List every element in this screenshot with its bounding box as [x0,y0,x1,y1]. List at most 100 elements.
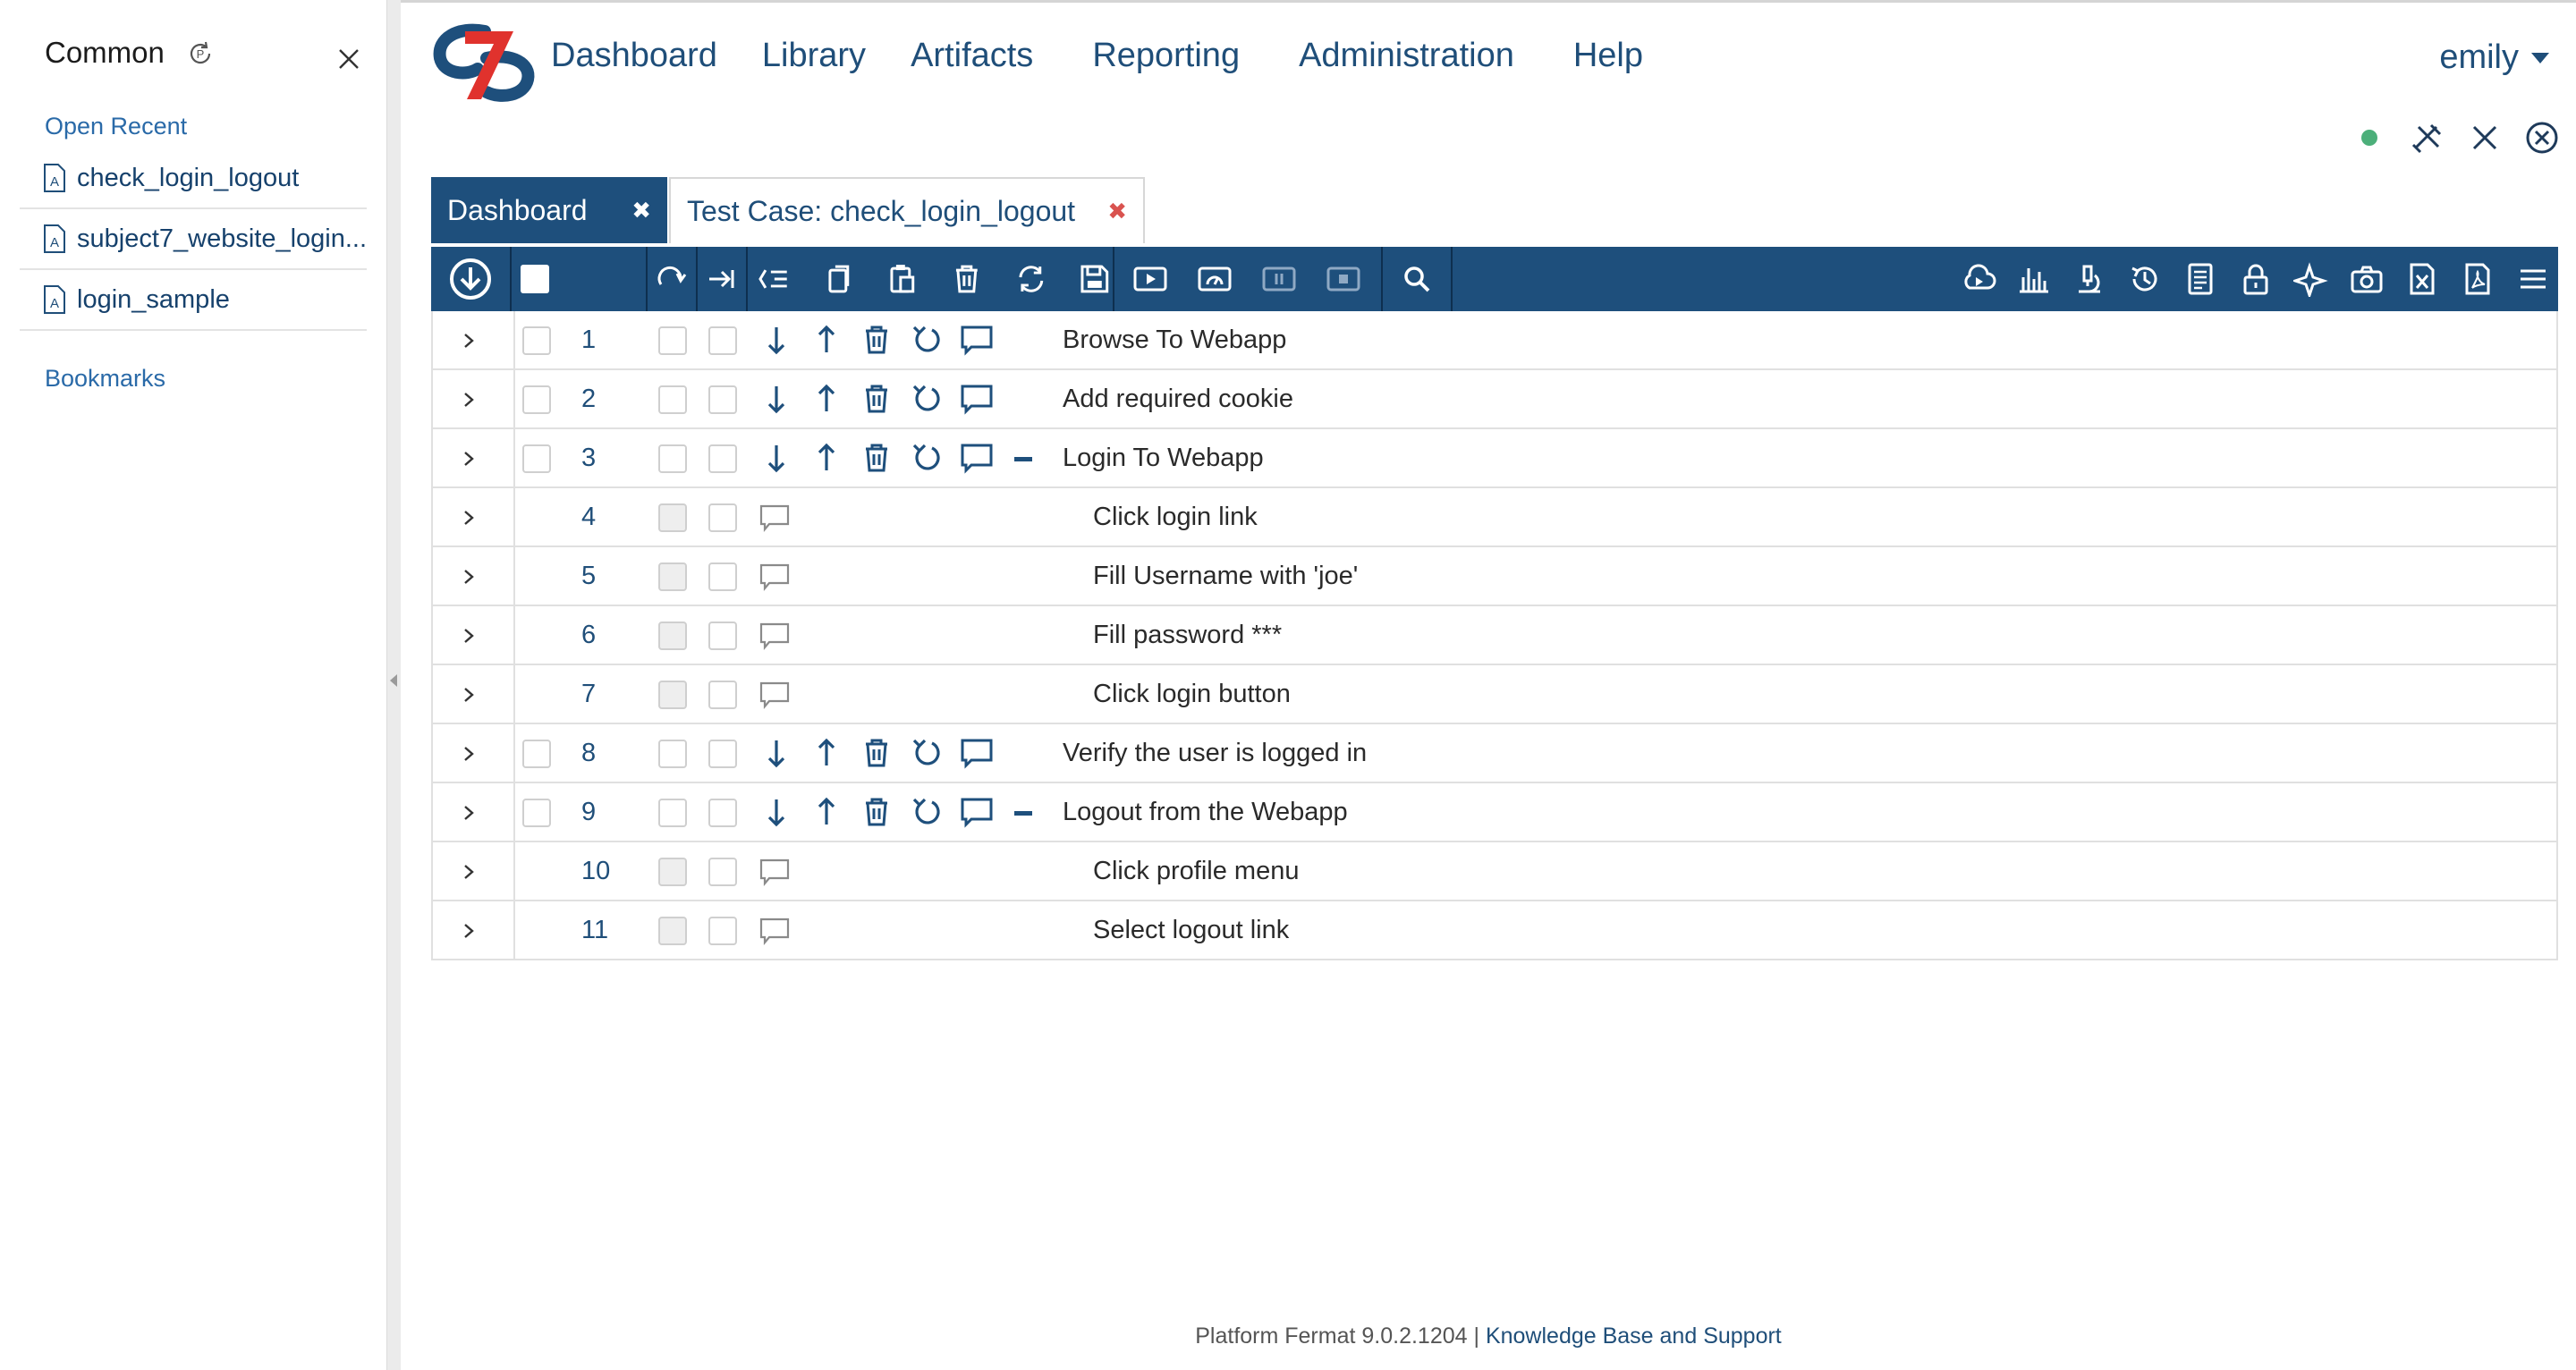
chevron-right-icon[interactable] [460,686,478,704]
arrow-down-icon[interactable] [758,381,794,417]
step-description[interactable]: Logout from the Webapp [1063,798,1348,827]
paste-icon[interactable] [885,261,920,297]
trash-icon[interactable] [859,735,894,771]
step-enable-checkbox[interactable] [658,917,687,945]
menu-icon[interactable] [2515,261,2551,297]
step-enable-checkbox[interactable] [658,562,687,591]
step-description[interactable]: Fill password *** [1093,621,1282,650]
copy-icon[interactable] [821,261,857,297]
tools-icon[interactable] [2410,120,2445,156]
undo-icon[interactable] [909,381,945,417]
comment-icon[interactable] [758,503,791,533]
nav-help[interactable]: Help [1573,37,1643,75]
step-enable-checkbox[interactable] [658,740,687,768]
step-description[interactable]: Fill Username with 'joe' [1093,562,1358,591]
nav-library[interactable]: Library [762,37,866,75]
comment-icon[interactable] [959,794,995,830]
table-row[interactable]: 10 Click profile menu [431,842,2558,901]
row-select-checkbox[interactable] [522,444,551,473]
comment-icon[interactable] [758,857,791,887]
arrow-up-icon[interactable] [809,381,844,417]
step-description[interactable]: Click login button [1093,680,1291,709]
recent-item[interactable]: A check_login_logout [20,148,367,209]
table-row[interactable]: 9 Logout from the Webapp [431,783,2558,842]
row-select-checkbox[interactable] [522,740,551,768]
trash-icon[interactable] [859,322,894,358]
recent-item[interactable]: A subject7_website_login... [20,209,367,270]
arrow-down-icon[interactable] [758,794,794,830]
select-all-checkbox[interactable] [521,265,549,293]
play-icon[interactable] [1132,261,1168,297]
chevron-right-icon[interactable] [460,568,478,586]
step-description[interactable]: Browse To Webapp [1063,326,1286,355]
table-row[interactable]: 2 Add required cookie [431,370,2558,429]
knowledge-base-link[interactable]: Knowledge Base and Support [1486,1323,1782,1349]
tab-test-case[interactable]: Test Case: check_login_logout ✖ [669,177,1145,243]
step-option-checkbox[interactable] [708,385,737,414]
logo[interactable] [431,22,538,103]
undo-icon[interactable] [909,440,945,476]
stop-icon[interactable] [1326,261,1361,297]
chevron-right-icon[interactable] [460,804,478,822]
undo-icon[interactable] [909,322,945,358]
comment-icon[interactable] [758,916,791,946]
nav-dashboard[interactable]: Dashboard [551,37,717,75]
arrow-up-icon[interactable] [809,440,844,476]
nav-administration[interactable]: Administration [1299,37,1514,75]
row-select-checkbox[interactable] [522,326,551,355]
run-gauge-icon[interactable] [1197,261,1233,297]
nav-reporting[interactable]: Reporting [1092,37,1240,75]
comment-icon[interactable] [758,621,791,651]
table-row[interactable]: 1 Browse To Webapp [431,311,2558,370]
row-select-checkbox[interactable] [522,385,551,414]
list-icon[interactable] [757,261,792,297]
trash-icon[interactable] [859,381,894,417]
chevron-right-icon[interactable] [460,450,478,468]
arrow-up-icon[interactable] [809,322,844,358]
row-select-checkbox[interactable] [522,799,551,827]
lock-icon[interactable] [2238,261,2274,297]
chevron-right-icon[interactable] [460,922,478,940]
undo-icon[interactable] [909,735,945,771]
close-icon[interactable] [335,45,363,73]
sparkle-icon[interactable] [2293,261,2329,297]
step-enable-checkbox[interactable] [658,622,687,650]
arrow-down-icon[interactable] [758,735,794,771]
sidebar-splitter[interactable] [386,0,401,1370]
save-icon[interactable] [1077,261,1113,297]
table-row[interactable]: 4 Click login link [431,488,2558,547]
pause-icon[interactable] [1261,261,1297,297]
table-row[interactable]: 11 Select logout link [431,901,2558,960]
search-icon[interactable] [1399,261,1435,297]
chevron-right-icon[interactable] [460,509,478,527]
chevron-right-icon[interactable] [460,332,478,350]
user-menu[interactable]: emily [2439,38,2549,77]
collapse-minus-icon[interactable] [1014,811,1032,816]
step-description[interactable]: Login To Webapp [1063,444,1264,473]
close-circle-icon[interactable] [2524,120,2560,156]
step-option-checkbox[interactable] [708,740,737,768]
undo-icon[interactable] [909,794,945,830]
comment-icon[interactable] [959,322,995,358]
step-description[interactable]: Select logout link [1093,916,1289,945]
chevron-right-icon[interactable] [460,391,478,409]
table-row[interactable]: 5 Fill Username with 'joe' [431,547,2558,606]
step-description[interactable]: Click login link [1093,503,1258,532]
step-enable-checkbox[interactable] [658,444,687,473]
table-row[interactable]: 3 Login To Webapp [431,429,2558,488]
table-row[interactable]: 7 Click login button [431,665,2558,724]
step-enable-checkbox[interactable] [658,503,687,532]
step-option-checkbox[interactable] [708,326,737,355]
skip-icon[interactable] [704,261,740,297]
arrow-up-icon[interactable] [809,794,844,830]
open-recent-link[interactable]: Open Recent [45,113,187,140]
comment-icon[interactable] [959,440,995,476]
step-option-checkbox[interactable] [708,622,737,650]
trash-icon[interactable] [859,794,894,830]
close-icon[interactable] [2467,120,2503,156]
download-circle-icon[interactable] [448,257,493,301]
arrow-down-icon[interactable] [758,322,794,358]
tab-dashboard[interactable]: Dashboard ✖ [431,177,667,243]
step-enable-checkbox[interactable] [658,385,687,414]
step-enable-checkbox[interactable] [658,326,687,355]
